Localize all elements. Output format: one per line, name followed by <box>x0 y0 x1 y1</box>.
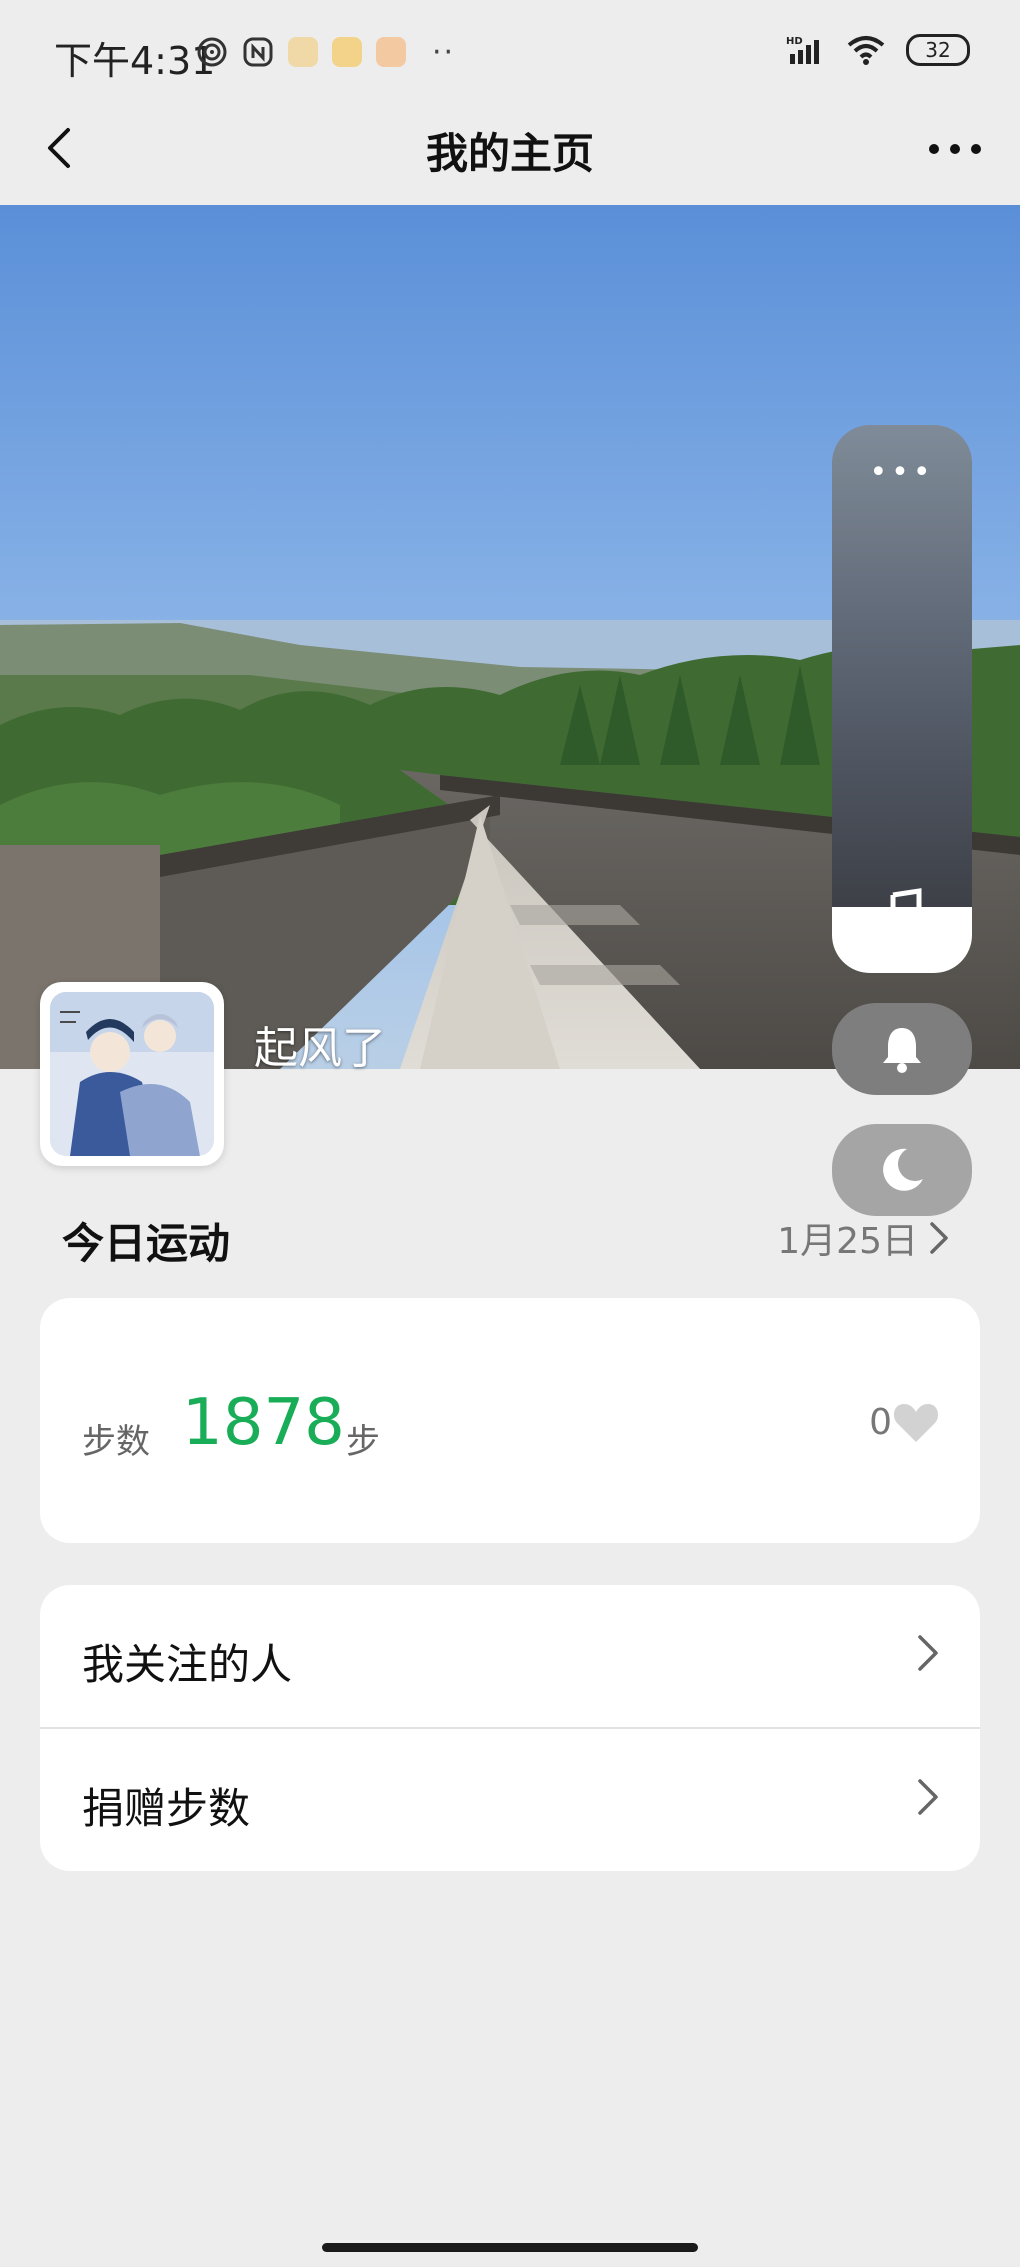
list-item-following[interactable]: 我关注的人 <box>40 1585 980 1727</box>
like-count: 0 <box>869 1401 892 1443</box>
list-item-donate-steps[interactable]: 捐赠步数 <box>40 1729 980 1871</box>
avatar-image <box>50 992 214 1156</box>
status-bar: 下午4:31 ·· HD 32 <box>0 0 1020 100</box>
like-button[interactable]: 0 <box>869 1400 940 1444</box>
svg-text:HD: HD <box>786 36 803 47</box>
app-notification-icon <box>332 37 362 67</box>
battery-indicator: 32 <box>906 34 970 66</box>
bell-icon <box>883 1028 921 1073</box>
signal-icon: HD <box>786 36 819 64</box>
chevron-right-icon <box>918 1779 938 1815</box>
bell-button[interactable] <box>832 1003 972 1095</box>
more-icon[interactable] <box>920 124 990 174</box>
heart-icon <box>893 1404 939 1442</box>
chevron-right-icon <box>918 1635 938 1671</box>
app-n-icon <box>243 37 273 67</box>
steps-unit: 步 <box>346 1422 380 1462</box>
date-label: 1月25日 <box>777 1221 918 1262</box>
steps-value: 1878 <box>182 1386 345 1460</box>
home-indicator[interactable] <box>322 2243 698 2252</box>
today-sport-title: 今日运动 <box>62 1219 231 1268</box>
status-time: 下午4:31 <box>54 39 216 83</box>
steps-card[interactable]: 步数 1878 步 0 <box>40 1298 980 1543</box>
moon-button[interactable] <box>832 1124 972 1216</box>
list-item-label: 捐赠步数 <box>82 1784 251 1833</box>
side-control-panel[interactable]: ••• <box>832 425 972 973</box>
nav-bar: 我的主页 <box>0 100 1020 204</box>
wifi-icon <box>847 36 885 65</box>
app-notification-icon <box>288 37 318 67</box>
spiral-icon <box>197 37 227 67</box>
notification-icons: ·· <box>196 32 455 72</box>
more-options-icon[interactable]: ••• <box>832 455 972 490</box>
app-notification-icon <box>376 37 406 67</box>
status-right: HD 32 <box>786 34 970 66</box>
steps-label: 步数 <box>82 1422 150 1462</box>
menu-list: 我关注的人 捐赠步数 <box>40 1585 980 1871</box>
more-notifications-icon: ·· <box>432 34 456 70</box>
moon-icon <box>883 1148 923 1191</box>
chevron-right-icon <box>930 1222 948 1254</box>
username: 起风了 <box>254 1023 386 1074</box>
date-selector[interactable]: 1月25日 <box>777 1212 950 1264</box>
avatar[interactable] <box>40 982 224 1166</box>
music-note-icon[interactable] <box>877 887 927 937</box>
page-title: 我的主页 <box>425 129 594 178</box>
list-item-label: 我关注的人 <box>82 1640 293 1689</box>
